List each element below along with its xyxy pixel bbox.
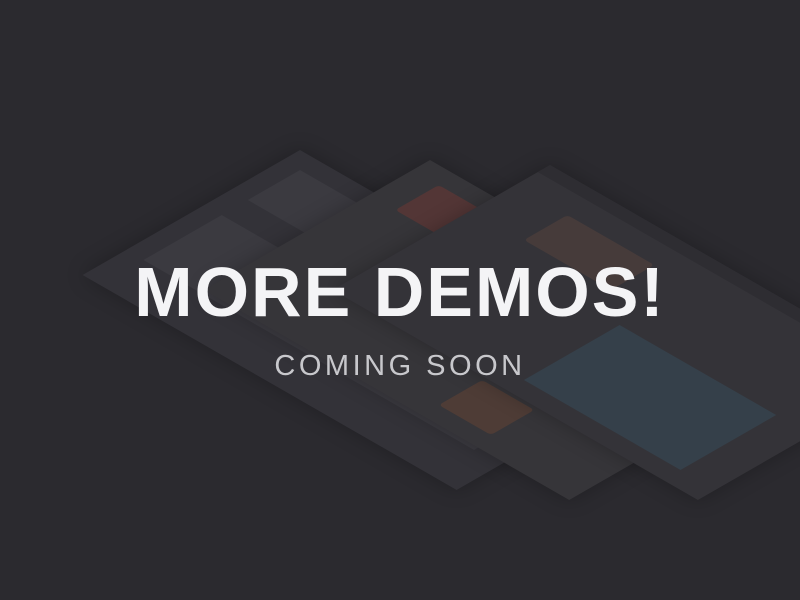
headline: MORE DEMOS! xyxy=(134,253,666,331)
subheadline: COMING SOON xyxy=(274,350,526,382)
